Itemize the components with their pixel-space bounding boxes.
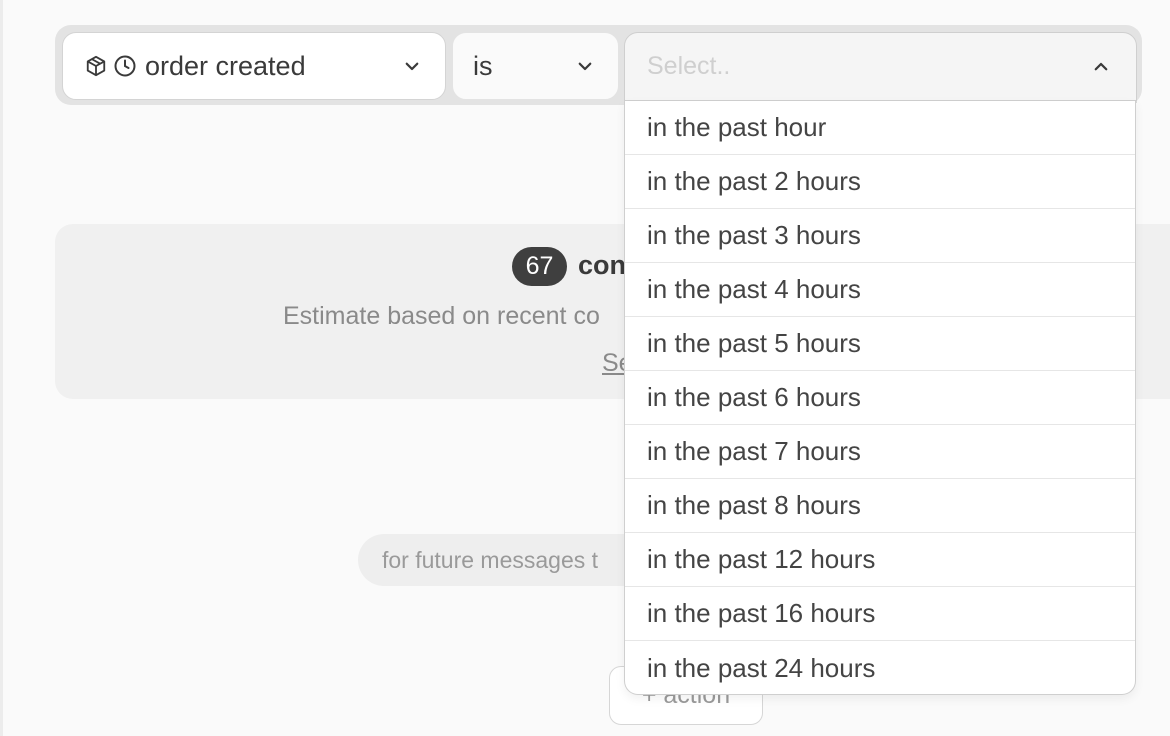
- field-select[interactable]: order created: [62, 32, 446, 100]
- left-edge-divider: [0, 0, 3, 736]
- field-select-label: order created: [145, 50, 306, 81]
- option-past-4-hours[interactable]: in the past 4 hours: [625, 263, 1135, 317]
- operator-select-label: is: [473, 50, 493, 81]
- option-past-5-hours[interactable]: in the past 5 hours: [625, 317, 1135, 371]
- operator-select[interactable]: is: [452, 32, 619, 100]
- value-select-placeholder: Select..: [647, 52, 731, 80]
- option-past-3-hours[interactable]: in the past 3 hours: [625, 209, 1135, 263]
- option-past-16-hours[interactable]: in the past 16 hours: [625, 587, 1135, 641]
- count-badge: 67: [512, 247, 567, 286]
- value-options-list: in the past hour in the past 2 hours in …: [624, 101, 1136, 695]
- future-messages-label: for future messages t: [382, 546, 599, 573]
- chevron-down-icon: [403, 57, 421, 75]
- chevron-down-icon: [576, 57, 594, 75]
- option-past-6-hours[interactable]: in the past 6 hours: [625, 371, 1135, 425]
- clock-icon: [113, 54, 137, 78]
- option-past-8-hours[interactable]: in the past 8 hours: [625, 479, 1135, 533]
- value-select[interactable]: Select..: [624, 32, 1137, 101]
- option-past-12-hours[interactable]: in the past 12 hours: [625, 533, 1135, 587]
- chevron-up-icon: [1092, 58, 1110, 76]
- option-past-7-hours[interactable]: in the past 7 hours: [625, 425, 1135, 479]
- option-past-2-hours[interactable]: in the past 2 hours: [625, 155, 1135, 209]
- package-icon: [85, 55, 107, 77]
- count-label: con: [578, 250, 627, 280]
- option-past-24-hours[interactable]: in the past 24 hours: [625, 641, 1135, 694]
- option-past-hour[interactable]: in the past hour: [625, 101, 1135, 155]
- estimate-note: Estimate based on recent co: [283, 302, 600, 330]
